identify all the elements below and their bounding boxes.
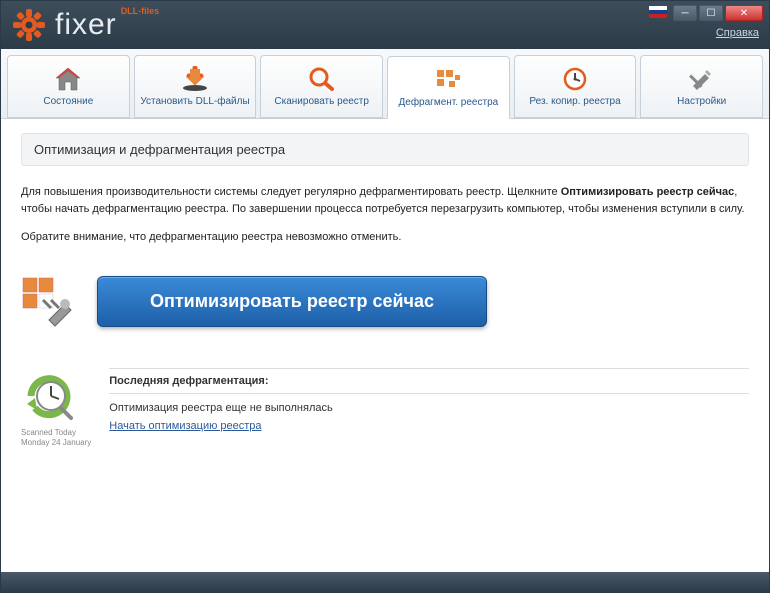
- tab-label: Дефрагмент. реестра: [398, 97, 498, 108]
- clock-refresh-icon: [21, 415, 77, 427]
- description-paragraph-2: Обратите внимание, что дефрагментацию ре…: [21, 229, 749, 246]
- section-title: Оптимизация и дефрагментация реестра: [21, 133, 749, 166]
- last-defrag-body: Последняя дефрагментация: Оптимизация ре…: [109, 368, 749, 432]
- titlebar: fixer DLL-files ─ ☐ ✕ Справка: [1, 1, 769, 49]
- description-paragraph-1: Для повышения производительности системы…: [21, 184, 749, 217]
- tab-label: Настройки: [677, 96, 726, 107]
- tools-icon: [686, 66, 718, 92]
- last-defrag-status: Оптимизация реестра еще не выполнялась: [109, 402, 749, 414]
- clock-backup-icon: [559, 66, 591, 92]
- app-name: fixer: [55, 8, 117, 42]
- close-button[interactable]: ✕: [725, 5, 763, 21]
- download-icon: [179, 66, 211, 92]
- text-bold: Оптимизировать реестр сейчас: [561, 186, 735, 198]
- tab-install-dll[interactable]: Установить DLL-файлы: [134, 55, 257, 118]
- window-controls: ─ ☐ ✕: [649, 5, 763, 21]
- scan-caption-1: Scanned Today: [21, 429, 91, 437]
- app-window: fixer DLL-files ─ ☐ ✕ Справка Состояние …: [0, 0, 770, 593]
- language-flag-icon[interactable]: [649, 6, 667, 18]
- maximize-button[interactable]: ☐: [699, 5, 723, 21]
- content-area: Оптимизация и дефрагментация реестра Для…: [1, 119, 769, 572]
- text-pre: Для повышения производительности системы…: [21, 186, 561, 198]
- tab-bar: Состояние Установить DLL-файлы Сканирова…: [1, 49, 769, 119]
- start-optimization-link[interactable]: Начать оптимизацию реестра: [109, 420, 261, 432]
- footer-bar: [1, 572, 769, 592]
- scan-caption-2: Monday 24 January: [21, 439, 91, 447]
- tab-label: Рез. копир. реестра: [529, 96, 620, 107]
- tab-settings[interactable]: Настройки: [640, 55, 763, 118]
- optimize-now-button[interactable]: Оптимизировать реестр сейчас: [97, 276, 487, 327]
- tab-label: Установить DLL-файлы: [140, 96, 249, 107]
- magnifier-icon: [306, 66, 338, 92]
- action-row: Оптимизировать реестр сейчас: [21, 276, 749, 328]
- tab-label: Состояние: [43, 96, 93, 107]
- app-superscript: DLL-files: [121, 6, 160, 16]
- minimize-button[interactable]: ─: [673, 5, 697, 21]
- tab-status[interactable]: Состояние: [7, 55, 130, 118]
- tab-backup-registry[interactable]: Рез. копир. реестра: [514, 55, 637, 118]
- last-defrag-title: Последняя дефрагментация:: [109, 368, 749, 394]
- last-defrag-icon-col: Scanned Today Monday 24 January: [21, 368, 91, 447]
- tab-scan-registry[interactable]: Сканировать реестр: [260, 55, 383, 118]
- tab-label: Сканировать реестр: [274, 96, 369, 107]
- tab-defrag-registry[interactable]: Дефрагмент. реестра: [387, 56, 510, 119]
- app-logo: fixer DLL-files: [11, 7, 161, 43]
- defrag-tools-icon: [21, 276, 77, 328]
- cog-icon: [11, 7, 47, 43]
- last-defrag-panel: Scanned Today Monday 24 January Последня…: [21, 368, 749, 447]
- defrag-blocks-icon: [432, 67, 464, 93]
- home-icon: [52, 66, 84, 92]
- help-link[interactable]: Справка: [716, 27, 759, 39]
